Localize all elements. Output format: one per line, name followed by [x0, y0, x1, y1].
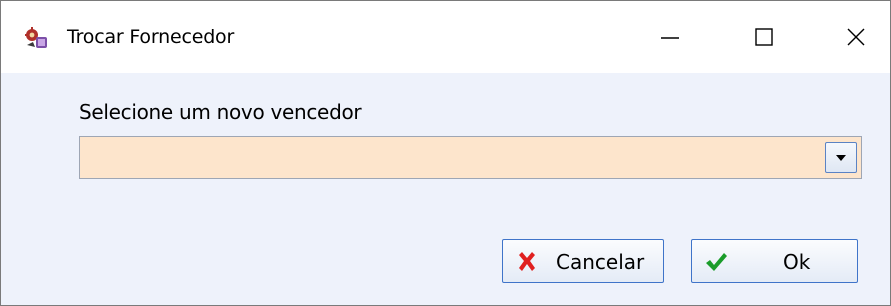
dropdown-button[interactable] [825, 142, 857, 173]
cancel-button[interactable]: Cancelar [502, 239, 664, 283]
maximize-button[interactable] [729, 1, 799, 73]
minimize-icon [661, 37, 679, 39]
ok-button-label: Ok [783, 250, 811, 274]
dialog-body: Selecione um novo vencedor Cancelar Ok [1, 73, 890, 305]
close-icon [847, 28, 865, 46]
cancel-button-label: Cancelar [556, 250, 645, 274]
checkmark-icon [706, 253, 727, 271]
window-title: Trocar Fornecedor [67, 26, 235, 48]
supplier-select[interactable] [79, 136, 862, 179]
chevron-down-icon [836, 154, 846, 161]
close-button[interactable] [821, 1, 891, 73]
minimize-button[interactable] [635, 1, 705, 73]
title-bar[interactable]: Trocar Fornecedor [1, 1, 890, 73]
select-supplier-label: Selecione um novo vencedor [79, 100, 362, 124]
maximize-icon [755, 28, 773, 46]
ok-button[interactable]: Ok [691, 239, 858, 283]
app-icon [25, 27, 47, 48]
dialog-window: Trocar Fornecedor Selecione um novo venc… [0, 0, 891, 306]
close-x-icon [519, 252, 535, 271]
